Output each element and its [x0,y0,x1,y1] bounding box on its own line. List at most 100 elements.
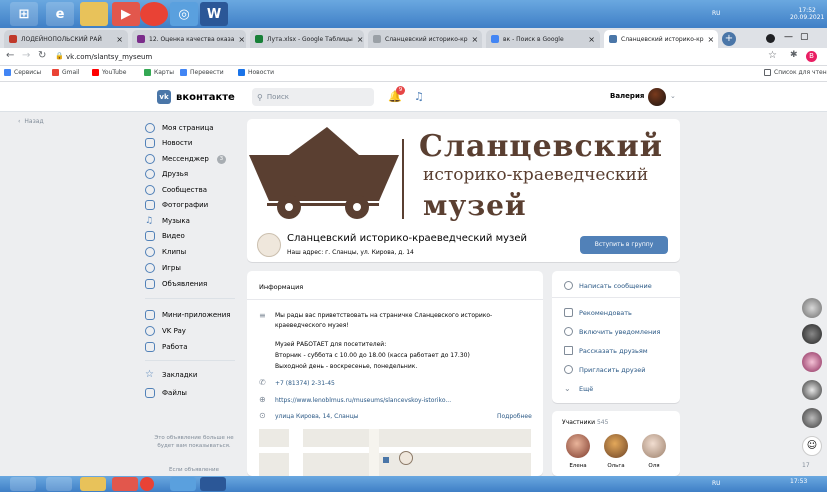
member-avatar[interactable] [604,434,628,458]
member-avatar[interactable] [642,434,666,458]
sidebar-item-label: Видео [162,232,185,240]
lock-icon[interactable]: 🔒 [55,52,64,60]
close-icon[interactable]: × [112,35,123,44]
ie-icon[interactable] [46,477,72,491]
vk-taskbar-icon[interactable]: ◎ [170,2,198,26]
sidebar-item-bookmarks[interactable]: ☆ Закладки [145,368,197,382]
minimize-icon[interactable]: — [784,32,793,42]
sidebar-item-ads[interactable]: Объявления [145,277,207,291]
bookmark-translate[interactable]: Перевести [180,69,224,76]
more-action[interactable]: ⌄ Ещё [564,384,593,393]
vk-logo[interactable]: vk вконтакте [157,90,235,104]
chrome-icon[interactable] [140,477,154,491]
tab-6-active[interactable]: Сланцевский историко-кр × [604,30,718,48]
join-group-button[interactable]: Вступить в группу [580,236,668,254]
map-preview[interactable] [259,429,531,476]
invite-friends-action[interactable]: Пригласить друзей [564,365,645,374]
extensions-icon[interactable]: ✱ [790,50,798,60]
notifications-action[interactable]: Включить уведомления [564,327,660,336]
bookmark-youtube[interactable]: YouTube [92,69,126,76]
tab-5[interactable]: вк - Поиск в Google × [486,30,600,48]
sidebar-item-my-page[interactable]: Моя страница [145,121,214,135]
account-avatar-icon[interactable]: В [806,51,817,62]
bookmark-gmail[interactable]: Gmail [52,69,80,76]
member-name[interactable]: Оля [642,463,666,469]
start-button[interactable] [10,477,36,491]
forward-arrow-icon[interactable]: → [22,50,30,61]
sidebar-item-vkpay[interactable]: VK Pay [145,324,186,338]
chrome-icon[interactable] [140,2,168,26]
sidebar-item-friends[interactable]: Друзья [145,167,188,181]
map-marker-icon[interactable] [399,451,413,465]
info-location-link[interactable]: улица Кирова, 14, Сланцы [275,413,359,420]
user-name[interactable]: Валерия [610,92,644,100]
reload-icon[interactable]: ↻ [38,50,46,61]
start-button[interactable]: ⊞ [10,2,38,26]
sidebar-item-news[interactable]: Новости [145,136,192,150]
sidebar-item-mini-apps[interactable]: Мини-приложения [145,308,231,322]
info-site-link[interactable]: https://www.lenoblmus.ru/museums/slancev… [275,397,451,404]
search-box[interactable]: ⚲ Поиск [252,88,374,106]
chat-avatar[interactable] [802,408,822,428]
ie-icon[interactable]: e [46,2,74,26]
clock-time[interactable]: 17:53 [790,478,807,485]
star-bookmark-icon[interactable]: ☆ [768,50,777,61]
tab-1[interactable]: ЛОДЕЙНОПОЛЬСКИЙ РАЙ × [4,30,128,48]
new-tab-button[interactable]: + [722,32,736,46]
write-message-action[interactable]: Написать сообщение [564,281,652,290]
close-icon[interactable]: × [234,35,245,44]
sidebar-item-clips[interactable]: Клипы [145,245,186,259]
media-player-icon[interactable] [112,477,138,491]
chat-avatar[interactable] [802,352,822,372]
sidebar-item-photos[interactable]: Фотографии [145,198,208,212]
chat-avatar[interactable] [802,298,822,318]
language-indicator[interactable]: RU [712,10,721,17]
media-player-icon[interactable]: ▶ [112,2,140,26]
member-avatar[interactable] [566,434,590,458]
info-more-link[interactable]: Подробнее [497,413,532,420]
sidebar-item-messenger[interactable]: Мессенджер 3 [145,152,226,166]
back-arrow-icon[interactable]: ← [6,50,14,61]
url-input[interactable] [66,50,566,64]
sidebar-item-files[interactable]: Файлы [145,386,187,400]
chat-avatar[interactable] [802,380,822,400]
clock[interactable]: 17:52 20.09.2021 [790,7,824,21]
sidebar-item-games[interactable]: Игры [145,261,181,275]
close-icon[interactable]: × [584,35,595,44]
share-action[interactable]: Рассказать друзьям [564,346,648,355]
tab-4[interactable]: Сланцевский историко-кр × [368,30,482,48]
bookmark-maps[interactable]: Карты [144,69,174,76]
music-note-icon[interactable]: ♫ [414,90,424,103]
avatar[interactable] [648,88,666,106]
profile-icon[interactable] [766,34,775,43]
chat-avatar[interactable] [802,324,822,344]
sidebar-item-music[interactable]: ♫ Музыка [145,214,190,228]
info-phone[interactable]: +7 (81374) 2-31-45 [275,380,335,387]
tab-3[interactable]: Лута.xlsx - Google Таблицы × [250,30,364,48]
bookmark-services[interactable]: Сервисы [4,69,41,76]
sidebar-item-video[interactable]: Видео [145,229,185,243]
bookmark-news[interactable]: Новости [238,69,274,76]
tab-2[interactable]: 12. Оценка качества оказа × [132,30,246,48]
group-avatar[interactable] [257,233,281,257]
recommend-action[interactable]: Рекомендовать [564,308,632,317]
language-indicator[interactable]: RU [712,480,721,487]
close-icon[interactable]: × [468,35,479,44]
chat-bubble-icon[interactable]: ☺ [802,436,822,456]
sidebar-item-work[interactable]: Работа [145,340,187,354]
close-icon[interactable]: × [353,35,364,44]
members-header[interactable]: Участники 545 [562,419,608,426]
word-icon[interactable]: W [200,2,228,26]
maximize-icon[interactable]: ▢ [800,32,809,42]
folder-icon[interactable] [80,2,108,26]
close-icon[interactable]: × [704,35,715,44]
folder-icon[interactable] [80,477,106,491]
member-name[interactable]: Ольга [604,463,628,469]
sidebar-item-groups[interactable]: Сообщества [145,183,207,197]
reading-list[interactable]: Список для чтен [764,69,827,76]
vk-taskbar-icon[interactable] [170,477,196,491]
chevron-down-icon[interactable]: ⌄ [670,92,676,100]
member-name[interactable]: Елена [566,463,590,469]
back-link[interactable]: ‹ Назад [18,118,44,125]
word-icon[interactable] [200,477,226,491]
